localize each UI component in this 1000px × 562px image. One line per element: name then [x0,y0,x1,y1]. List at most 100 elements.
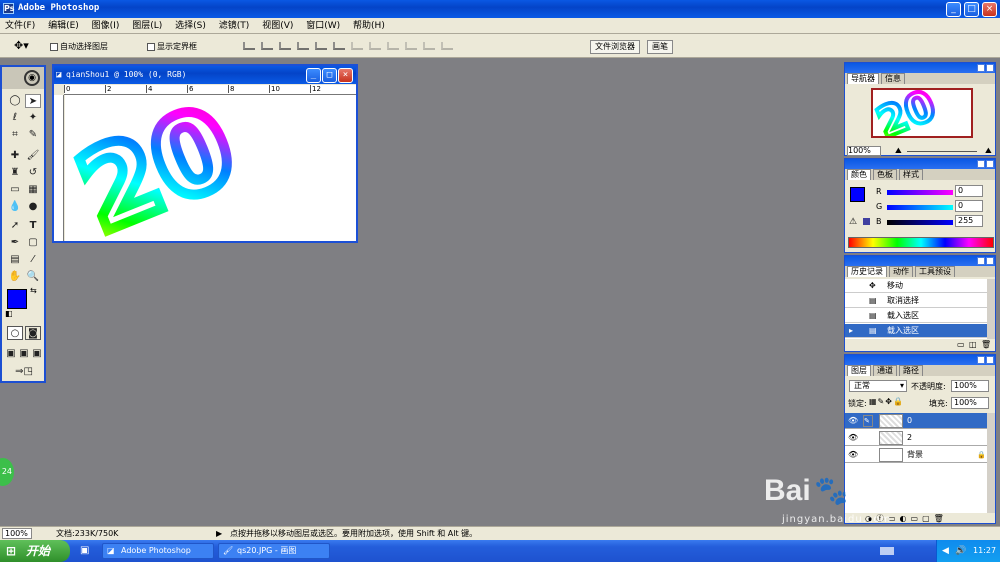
distribute-left-icon[interactable] [405,42,417,50]
layer-row[interactable]: 👁 背景 🔒 [845,447,995,463]
auto-select-layer-option[interactable]: 自动选择图层 [50,41,108,52]
type-tool-icon[interactable]: T [25,219,41,233]
color-close-icon[interactable] [986,160,994,168]
task-photoshop[interactable]: ◪ Adobe Photoshop [102,543,214,559]
photoshop-eye-icon[interactable]: ◉ [24,70,40,86]
task-paint[interactable]: 🖌 qs20.JPG - 画图 [218,543,330,559]
r-slider[interactable] [887,190,953,195]
align-right-icon[interactable] [333,42,345,50]
navigator-panel-titlebar[interactable] [845,63,995,73]
blur-tool-icon[interactable]: 💧 [7,200,23,214]
document-minimize-button[interactable]: _ [306,68,321,83]
healing-brush-tool-icon[interactable]: ✚ [7,149,23,163]
maximize-button[interactable]: □ [964,2,979,17]
align-left-icon[interactable] [297,42,309,50]
status-arrow-icon[interactable]: ▶ [216,527,222,540]
history-item[interactable]: ▤ 取消选择 [845,294,995,308]
menu-window[interactable]: 窗口(W) [301,18,345,34]
foreground-color-swatch[interactable] [7,289,27,309]
distribute-bottom-icon[interactable] [387,42,399,50]
move-tool-preset-icon[interactable]: ✥▾ [14,39,29,52]
history-panel-titlebar[interactable] [845,256,995,266]
crop-tool-icon[interactable]: ⌗ [7,128,23,142]
zoom-in-icon[interactable]: ⛰ [985,146,992,156]
standard-mode-icon[interactable]: ○ [7,326,23,340]
pen-tool-icon[interactable]: ✒ [7,236,23,250]
brushes-tab[interactable]: 画笔 [647,40,673,54]
path-selection-tool-icon[interactable]: ➚ [7,219,23,233]
tab-layers[interactable]: 图层 [847,365,871,376]
new-document-from-state-icon[interactable]: ▭ [957,340,965,349]
zoom-tool-icon[interactable]: 🔍 [25,270,41,284]
navigator-close-icon[interactable] [986,64,994,72]
menu-layer[interactable]: 图层(L) [127,18,167,34]
b-value-field[interactable]: 255 [955,215,983,227]
vertical-ruler[interactable] [54,95,64,241]
opacity-field[interactable]: 100% [951,380,989,392]
status-doc-size[interactable]: 文档:233K/750K [56,527,118,540]
distribute-top-icon[interactable] [351,42,363,50]
tab-paths[interactable]: 路径 [899,365,923,376]
color-ramp[interactable] [848,237,994,248]
document-canvas[interactable]: 20 [57,77,356,263]
shape-tool-icon[interactable]: ▢ [25,236,41,250]
tab-actions[interactable]: 动作 [889,266,913,277]
show-bounds-option[interactable]: 显示定界框 [147,41,197,52]
marquee-tool-icon[interactable]: ◯ [7,94,23,108]
navigator-preview[interactable]: 20 [868,78,973,150]
new-snapshot-icon[interactable]: ◫ [969,340,977,349]
tab-info[interactable]: 信息 [881,73,905,84]
history-scrollbar[interactable] [987,279,995,339]
screen-mode-full-icon[interactable]: ▣ [31,347,43,361]
history-item[interactable]: ▤ 载入选区 [845,309,995,323]
color-fg-swatch[interactable] [850,187,865,202]
layers-scrollbar[interactable] [987,413,995,513]
distribute-right-icon[interactable] [441,42,453,50]
align-hcenter-icon[interactable] [315,42,327,50]
screen-mode-standard-icon[interactable]: ▣ [5,347,17,361]
history-delete-icon[interactable]: 🗑 [981,340,991,349]
web-color-icon[interactable] [863,218,870,225]
menu-edit[interactable]: 编辑(E) [43,18,84,34]
eye-icon[interactable]: 👁 [848,447,858,463]
quick-launch-icon[interactable]: ▣ [80,545,89,556]
tab-navigator[interactable]: 导航器 [847,73,879,84]
document-title-bar[interactable]: ◪ qianShou1 @ 100% (0, RGB) _ □ × [54,66,356,84]
tab-tool-presets[interactable]: 工具预设 [915,266,955,277]
default-colors-icon[interactable]: ◧ [5,309,13,318]
eye-icon[interactable]: 👁 [848,413,858,429]
tray-network-icon[interactable]: ◀ [942,540,949,562]
blend-mode-select[interactable]: 正常 ▾ [849,380,907,392]
menu-filter[interactable]: 滤镜(T) [214,18,255,34]
close-button[interactable]: × [982,2,997,17]
minimize-button[interactable]: _ [946,2,961,17]
magic-wand-tool-icon[interactable]: ✦ [25,111,41,125]
navigator-zoom-field[interactable]: 100% [847,146,881,156]
gradient-tool-icon[interactable]: ▦ [25,183,41,197]
show-bounds-checkbox[interactable] [147,42,155,51]
jump-to-imageready-icon[interactable]: ⇒◳ [7,365,41,379]
tab-history[interactable]: 历史记录 [847,266,887,277]
screen-mode-full-menu-icon[interactable]: ▣ [18,347,30,361]
lasso-tool-icon[interactable]: ℓ [7,111,23,125]
brush-tool-icon[interactable]: 🖌 [25,149,41,163]
navigator-minimize-icon[interactable] [977,64,985,72]
history-item[interactable]: ✥ 移动 [845,279,995,293]
layer-row-selected[interactable]: 👁 ✎ 0 [845,413,995,429]
b-slider[interactable] [887,220,953,225]
eyedropper-tool-icon[interactable]: ⁄ [25,253,41,267]
lock-icons[interactable]: ▦✎✥🔒 [869,397,904,406]
quick-mask-mode-icon[interactable]: ◙ [25,326,41,340]
eraser-tool-icon[interactable]: ▭ [7,183,23,197]
history-brush-tool-icon[interactable]: ↺ [25,166,41,180]
tab-color[interactable]: 颜色 [847,169,871,180]
color-panel-titlebar[interactable] [845,159,995,169]
align-bottom-icon[interactable] [279,42,291,50]
layers-close-icon[interactable] [986,356,994,364]
start-button[interactable]: ⊞ 开始 [0,540,70,562]
history-close-icon[interactable] [986,257,994,265]
tab-swatches[interactable]: 色板 [873,169,897,180]
tab-styles[interactable]: 样式 [899,169,923,180]
status-zoom-field[interactable]: 100% [2,528,32,539]
file-browser-tab[interactable]: 文件浏览器 [590,40,640,54]
